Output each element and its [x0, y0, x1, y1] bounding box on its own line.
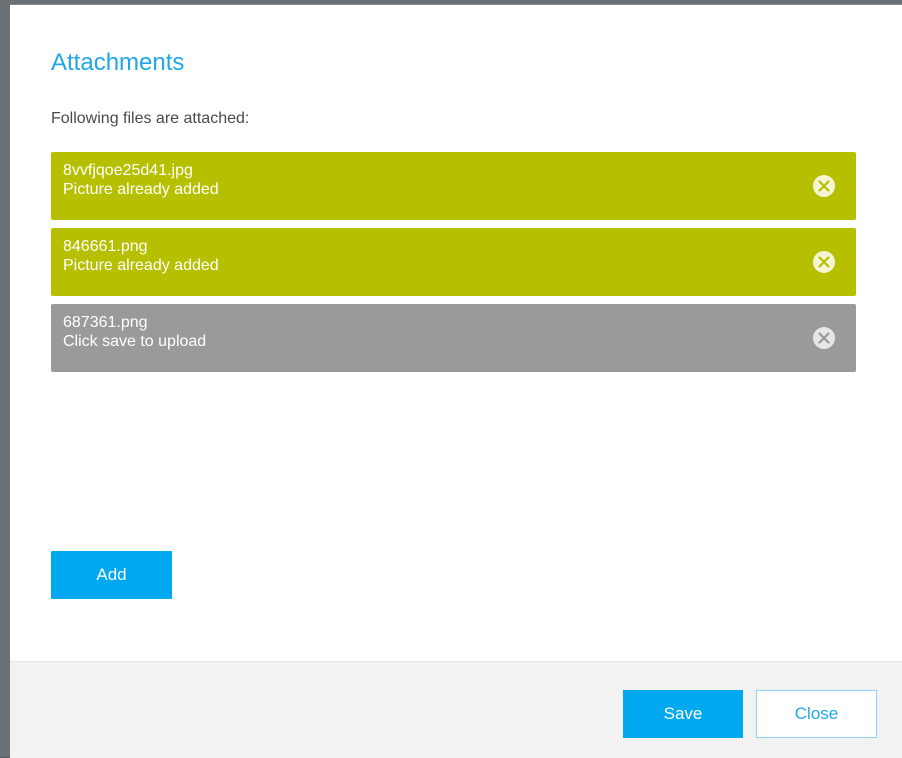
dialog-footer: Save Close [10, 661, 902, 758]
file-status: Picture already added [63, 181, 219, 198]
add-button[interactable]: Add [51, 551, 172, 599]
file-name: 846661.png [63, 238, 148, 255]
dialog-title: Attachments [51, 49, 185, 76]
file-status: Picture already added [63, 257, 219, 274]
dialog-subtitle: Following files are attached: [51, 110, 250, 127]
attachments-dialog: Attachments Following files are attached… [10, 4, 902, 758]
file-status: Click save to upload [63, 333, 207, 350]
file-item: 846661.png Picture already added [51, 228, 856, 296]
file-item: 8vvfjqoe25d41.jpg Picture already added [51, 152, 856, 220]
dialog-body: Attachments Following files are attached… [10, 5, 902, 661]
close-circle-icon[interactable] [812, 174, 836, 198]
save-button[interactable]: Save [623, 690, 743, 738]
file-item: 687361.png Click save to upload [51, 304, 856, 372]
close-circle-icon[interactable] [812, 250, 836, 274]
file-list: 8vvfjqoe25d41.jpg Picture already added … [51, 152, 856, 380]
file-name: 8vvfjqoe25d41.jpg [63, 162, 193, 179]
close-circle-icon[interactable] [812, 326, 836, 350]
file-name: 687361.png [63, 314, 148, 331]
close-button[interactable]: Close [756, 690, 877, 738]
